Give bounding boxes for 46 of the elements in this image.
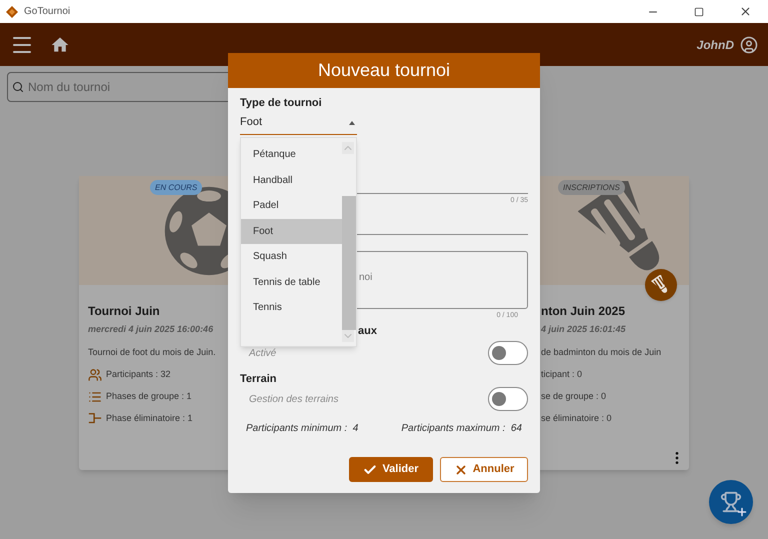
toggle-switch[interactable] bbox=[488, 387, 528, 411]
caret-icon bbox=[349, 120, 355, 124]
dropdown-option[interactable]: Pétanque bbox=[241, 142, 342, 168]
card-stat: Participants : 32 bbox=[106, 368, 171, 382]
search-icon bbox=[12, 81, 24, 93]
dropdown-option[interactable]: Tennis de table bbox=[241, 270, 342, 295]
check-icon bbox=[363, 462, 378, 476]
list-icon bbox=[88, 390, 102, 404]
card-date: 4 juin 2025 16:01:45 bbox=[541, 323, 626, 336]
dropdown-option[interactable]: Foot bbox=[241, 218, 342, 244]
maximize-icon bbox=[694, 6, 704, 16]
close-icon bbox=[738, 5, 752, 18]
toggle-label: Activé bbox=[249, 346, 276, 360]
validate-button[interactable]: Valider bbox=[349, 457, 433, 482]
max-participants: Participants maximum : 64 bbox=[401, 422, 522, 435]
card-stat: Phases de groupe : 1 bbox=[106, 390, 192, 404]
card-description: Tournoi de foot du mois de Juin. bbox=[88, 346, 216, 358]
toggle-label: Gestion des terrains bbox=[249, 392, 338, 406]
min-participants: Participants minimum : 4 bbox=[246, 422, 358, 435]
search-input[interactable]: Nom du tournoi bbox=[28, 78, 183, 96]
app-logo-icon bbox=[6, 6, 18, 18]
card-stat: se éliminatoire : 0 bbox=[541, 412, 612, 426]
card-description: de badminton du mois de Juin bbox=[541, 346, 662, 358]
card-date: mercredi 4 juin 2025 16:00:46 bbox=[88, 323, 214, 336]
section-heading: Terrain bbox=[240, 372, 278, 387]
status-badge: EN COURS bbox=[150, 180, 202, 195]
window-title: GoTournoi bbox=[24, 5, 70, 19]
user-name[interactable]: JohnD bbox=[696, 36, 734, 54]
card-title: Tournoi Juin bbox=[88, 303, 160, 320]
dropdown-option[interactable]: Padel bbox=[241, 193, 342, 218]
people-icon bbox=[88, 368, 102, 382]
card-stat: Phase éliminatoire : 1 bbox=[106, 412, 193, 426]
card-title: nton Juin 2025 bbox=[541, 303, 626, 320]
card-stat: ticipant : 0 bbox=[541, 368, 582, 382]
cross-icon bbox=[454, 462, 468, 476]
plus-icon bbox=[736, 506, 748, 518]
type-select[interactable]: Foot bbox=[240, 111, 357, 135]
add-tournament-button[interactable] bbox=[709, 480, 753, 524]
card-stat: se de groupe : 0 bbox=[541, 390, 606, 404]
toggle-switch[interactable] bbox=[488, 341, 528, 365]
trophy-icon bbox=[720, 491, 742, 513]
cancel-button[interactable]: Annuler bbox=[440, 457, 528, 482]
bracket-icon bbox=[88, 412, 102, 426]
account-icon[interactable] bbox=[740, 36, 758, 54]
home-icon[interactable] bbox=[50, 34, 70, 54]
status-badge: INSCRIPTIONS bbox=[558, 180, 625, 195]
